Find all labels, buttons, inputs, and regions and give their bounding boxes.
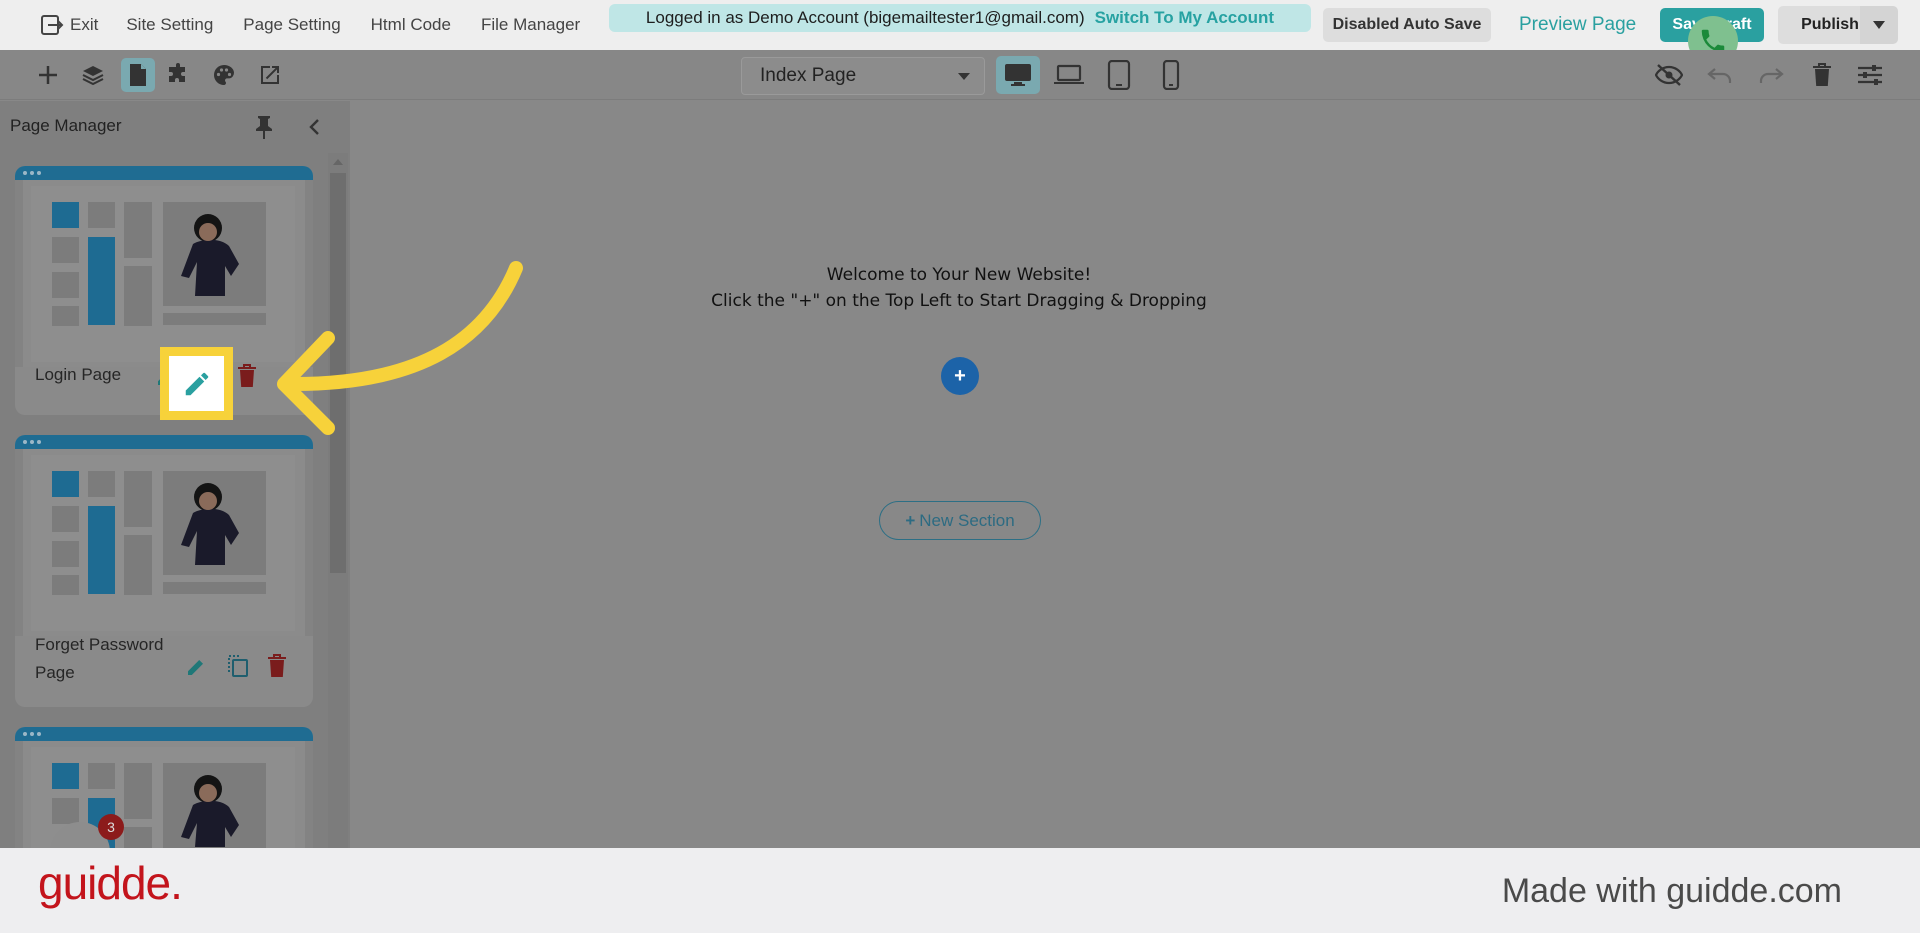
new-section-button[interactable]: + New Section xyxy=(879,501,1041,540)
chevron-down-icon xyxy=(958,73,970,80)
delete-icon[interactable] xyxy=(237,364,257,388)
exit-button[interactable]: Exit xyxy=(40,14,98,36)
page-select-dropdown[interactable]: Index Page xyxy=(741,57,985,95)
desktop-view-icon[interactable] xyxy=(996,56,1040,94)
visibility-off-icon[interactable] xyxy=(1652,58,1686,92)
pin-icon[interactable] xyxy=(247,110,281,144)
preview-page-link[interactable]: Preview Page xyxy=(1519,14,1636,36)
plugins-icon[interactable] xyxy=(161,58,195,92)
redo-icon[interactable] xyxy=(1754,58,1788,92)
edit-pencil-icon xyxy=(185,372,208,395)
guidde-logo: guidde. xyxy=(38,857,183,909)
site-setting-menu[interactable]: Site Setting xyxy=(126,15,213,35)
edit-pencil-icon[interactable] xyxy=(185,654,209,678)
exit-icon xyxy=(41,15,64,35)
login-banner-text: Logged in as Demo Account (bigemailteste… xyxy=(645,8,1085,27)
layers-icon[interactable] xyxy=(76,58,110,92)
mobile-view-icon[interactable] xyxy=(1154,58,1188,92)
laptop-view-icon[interactable] xyxy=(1052,58,1086,92)
page-card-label: Login Page xyxy=(35,365,122,384)
card-browser-bar xyxy=(15,166,313,180)
page-card-label: Forget Password Page xyxy=(35,635,164,682)
scroll-up-arrow[interactable] xyxy=(333,159,343,165)
html-code-menu[interactable]: Html Code xyxy=(371,15,451,35)
page-thumbnail xyxy=(15,449,313,636)
page-thumbnail-illustration xyxy=(31,455,295,631)
undo-icon[interactable] xyxy=(1703,58,1737,92)
collapse-panel-icon[interactable] xyxy=(297,110,331,144)
scrollbar-thumb[interactable] xyxy=(330,173,346,573)
footer-credit: Made with guidde.com xyxy=(1501,872,1842,910)
auto-save-button[interactable]: Disabled Auto Save xyxy=(1323,8,1491,42)
page-thumbnail xyxy=(15,180,313,367)
guidde-footer: guidde. Made with guidde.com xyxy=(0,848,1920,933)
theme-palette-icon[interactable] xyxy=(207,58,241,92)
page-manager-panel: Page Manager Login Page Forget Password … xyxy=(0,101,350,848)
duplicate-icon[interactable] xyxy=(227,654,249,678)
welcome-message: Welcome to Your New Website! Click the "… xyxy=(651,262,1267,314)
card-browser-bar xyxy=(15,727,313,741)
plus-icon: + xyxy=(905,510,916,530)
switch-account-link[interactable]: Switch To My Account xyxy=(1095,8,1274,28)
chat-notification-badge: 3 xyxy=(98,814,124,840)
login-banner: Logged in as Demo Account (bigemailteste… xyxy=(609,4,1311,32)
delete-icon[interactable] xyxy=(267,654,287,678)
page-card-forget-password[interactable]: Forget Password Page xyxy=(15,435,313,707)
exit-label: Exit xyxy=(70,15,99,34)
trash-icon[interactable] xyxy=(1805,58,1839,92)
page-setting-menu[interactable]: Page Setting xyxy=(243,15,340,35)
chevron-down-icon xyxy=(1873,21,1885,29)
file-manager-menu[interactable]: File Manager xyxy=(481,15,580,35)
page-card-actions xyxy=(185,654,287,678)
highlighted-edit-button[interactable] xyxy=(160,347,233,420)
page-thumbnail-illustration xyxy=(31,186,295,362)
welcome-line-1: Welcome to Your New Website! xyxy=(826,265,1092,285)
page-manager-title: Page Manager xyxy=(10,116,122,135)
page-select-value: Index Page xyxy=(760,65,857,86)
card-browser-bar xyxy=(15,435,313,449)
add-block-button[interactable]: + xyxy=(941,357,979,395)
add-element-icon[interactable] xyxy=(31,58,65,92)
external-link-icon[interactable] xyxy=(253,58,287,92)
publish-dropdown-toggle[interactable] xyxy=(1860,6,1898,44)
pages-icon[interactable] xyxy=(121,58,155,92)
new-section-label: New Section xyxy=(919,510,1015,530)
tablet-view-icon[interactable] xyxy=(1102,58,1136,92)
welcome-line-2: Click the "+" on the Top Left to Start D… xyxy=(711,291,1207,311)
settings-sliders-icon[interactable] xyxy=(1853,58,1887,92)
